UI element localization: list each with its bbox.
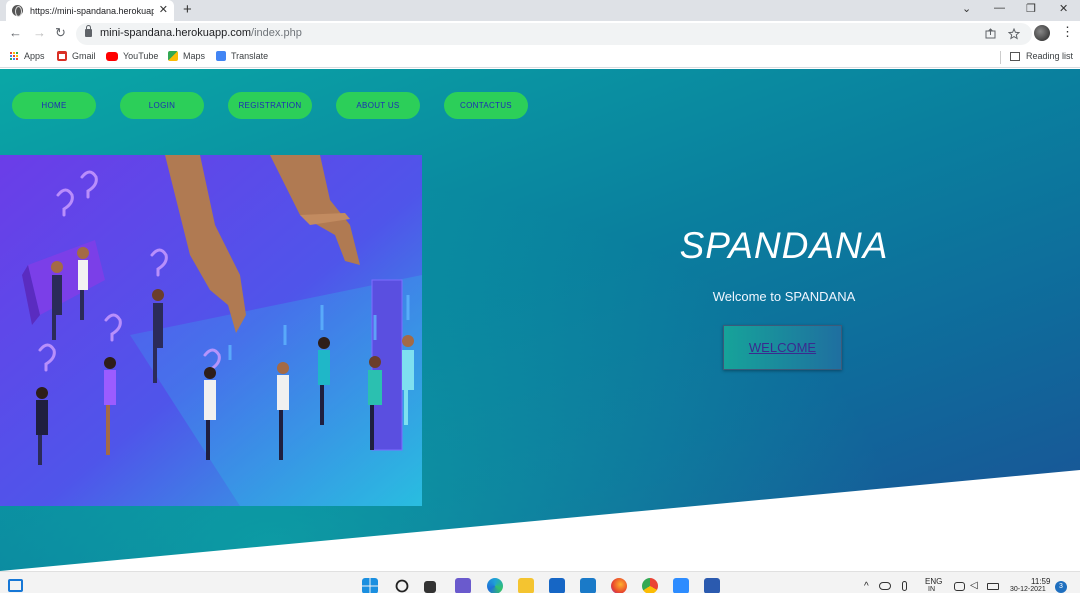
bookmarks-bar: Apps Gmail YouTube Maps Translate Readin… [0, 47, 1080, 68]
globe-icon [12, 5, 23, 17]
site-nav: HOME LOGIN REGISTRATION ABOUT US CONTACT… [12, 92, 528, 119]
translate-icon [216, 51, 226, 61]
maps-icon [168, 51, 178, 61]
volume-icon[interactable]: ◁ [970, 580, 978, 591]
reading-list-icon[interactable] [1010, 52, 1020, 61]
mail-icon[interactable] [549, 578, 565, 593]
task-view-icon[interactable] [424, 581, 436, 593]
profile-avatar[interactable] [1034, 25, 1050, 41]
browser-menu-icon[interactable]: ⋮ [1061, 24, 1074, 40]
bookmark-gmail[interactable]: Gmail [57, 51, 96, 61]
show-hidden-icons-icon[interactable]: ^ [864, 581, 869, 592]
tab-title: https://mini-spandana.herokuapp [30, 5, 154, 16]
close-window-button[interactable]: ✕ [1059, 2, 1068, 15]
tab-close-icon[interactable]: ✕ [159, 3, 168, 16]
hero-illustration [0, 155, 422, 506]
nav-registration-button[interactable]: REGISTRATION [228, 92, 312, 119]
bookmark-youtube[interactable]: YouTube [106, 51, 158, 61]
bookmark-apps[interactable]: Apps [10, 51, 45, 61]
nav-home-button[interactable]: HOME [12, 92, 96, 119]
bookmarks-separator [1000, 51, 1001, 64]
battery-icon[interactable] [987, 583, 999, 590]
search-icon[interactable] [394, 578, 410, 593]
forward-button[interactable]: → [33, 25, 46, 40]
apps-grid-icon [10, 52, 18, 60]
notification-badge[interactable]: 3 [1055, 581, 1067, 593]
windows-start-icon[interactable] [362, 578, 378, 593]
reading-list-button[interactable]: Reading list [1026, 51, 1073, 61]
file-explorer-icon[interactable] [518, 578, 534, 593]
address-bar[interactable]: mini-spandana.herokuapp.com/index.php [76, 23, 1032, 45]
site-title: SPANDANA [679, 225, 889, 266]
onedrive-icon[interactable] [879, 582, 891, 590]
windows-taskbar: ^ ENG IN ◁ 11:59 30-12-2021 3 [0, 571, 1080, 593]
word-icon[interactable] [704, 578, 720, 593]
firefox-icon[interactable] [611, 578, 627, 593]
nav-login-button[interactable]: LOGIN [120, 92, 204, 119]
restore-button[interactable]: ❐ [1026, 2, 1036, 15]
language-indicator[interactable]: ENG [925, 577, 942, 586]
nav-about-button[interactable]: ABOUT US [336, 92, 420, 119]
website-viewport: HOME LOGIN REGISTRATION ABOUT US CONTACT… [0, 69, 1080, 571]
microphone-icon[interactable] [902, 581, 907, 591]
reload-button[interactable]: ↻ [55, 25, 66, 41]
new-tab-button[interactable]: + [183, 1, 192, 18]
teams-chat-icon[interactable] [455, 578, 471, 593]
bookmark-maps[interactable]: Maps [168, 51, 205, 61]
clock-time[interactable]: 11:59 [1031, 577, 1050, 586]
back-button[interactable]: ← [9, 25, 22, 40]
browser-toolbar: ← → ↻ mini-spandana.herokuapp.com/index.… [0, 21, 1080, 47]
widgets-icon[interactable] [8, 579, 23, 592]
tab-strip: https://mini-spandana.herokuapp ✕ + ⌄ — … [0, 0, 1080, 21]
language-sub: IN [928, 586, 935, 593]
tab-search-icon[interactable]: ⌄ [962, 2, 971, 15]
nav-contact-button[interactable]: CONTACTUS [444, 92, 528, 119]
chrome-icon[interactable] [642, 578, 658, 593]
youtube-icon [106, 51, 118, 61]
star-icon[interactable] [1008, 28, 1020, 40]
lock-icon[interactable] [85, 25, 92, 37]
clock-date[interactable]: 30-12-2021 [1010, 586, 1046, 593]
gmail-icon [57, 51, 67, 61]
bookmark-translate[interactable]: Translate [216, 51, 268, 61]
zoom-icon[interactable] [673, 578, 689, 593]
edge-icon[interactable] [487, 578, 503, 593]
url-text[interactable]: mini-spandana.herokuapp.com/index.php [100, 27, 302, 39]
dell-icon[interactable] [580, 578, 596, 593]
minimize-button[interactable]: — [994, 2, 1005, 14]
welcome-button[interactable]: WELCOME [723, 325, 842, 370]
browser-tab[interactable]: https://mini-spandana.herokuapp ✕ [6, 0, 174, 21]
network-icon[interactable] [954, 582, 965, 591]
share-icon[interactable] [985, 28, 996, 39]
welcome-subtitle: Welcome to SPANDANA [712, 289, 856, 304]
